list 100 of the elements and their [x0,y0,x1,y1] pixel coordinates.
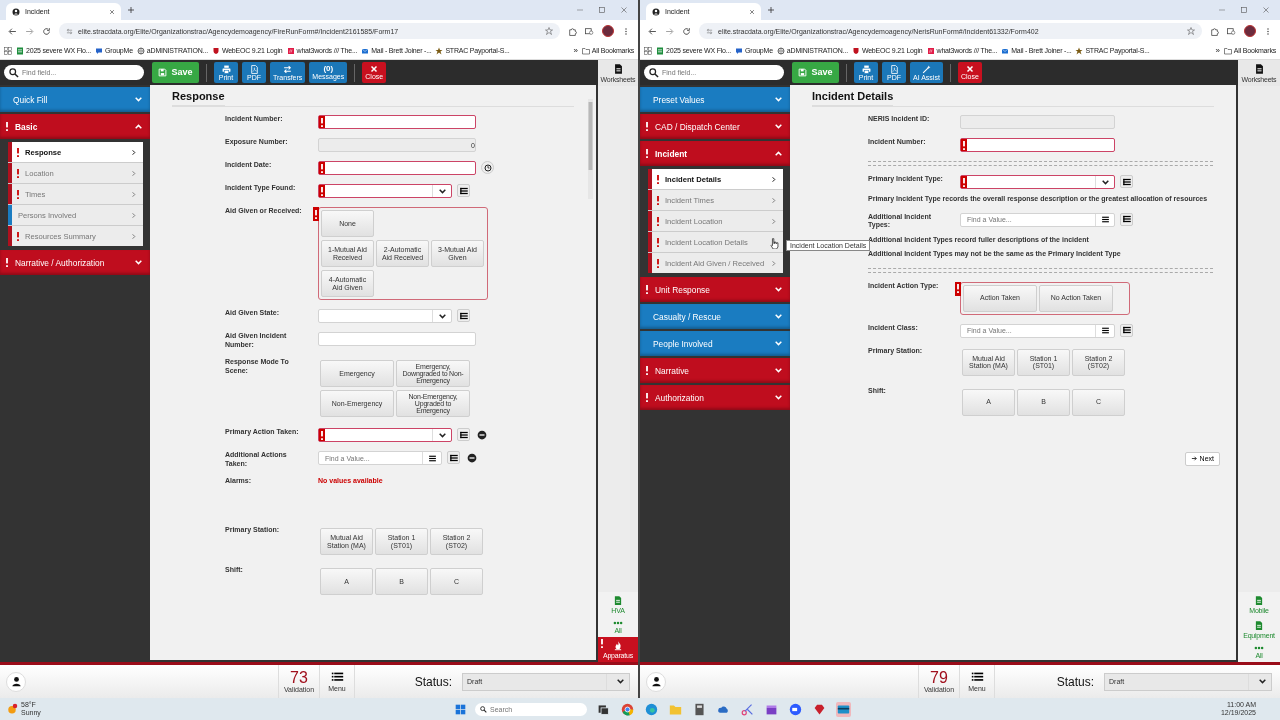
menu-icon [969,671,985,684]
alert-icon [656,216,660,226]
alert-icon [16,189,20,199]
more-bookmarks[interactable]: » [573,46,578,55]
remove-button[interactable] [475,428,488,441]
sidebar-section[interactable]: Narrative / Authorization [0,250,150,275]
menu-icon [329,671,345,684]
close-icon[interactable] [749,8,755,15]
list-button[interactable] [457,184,470,197]
site-icon [12,7,20,16]
list-button[interactable] [1120,212,1133,226]
close-icon[interactable] [1262,6,1270,14]
user-button[interactable] [646,671,666,692]
dropdown-field[interactable] [318,428,452,442]
sidebar-section[interactable]: Basic [0,114,150,139]
folder-icon [1223,46,1232,55]
remove-button[interactable] [465,451,478,464]
globe-icon [136,46,145,55]
site-settings-icon [66,27,73,35]
tab-search-icon[interactable] [585,26,594,36]
printer-icon [861,64,871,74]
list-icon [448,452,459,463]
start-icon[interactable] [455,703,466,715]
sidebar-section[interactable]: Narrative [640,358,790,383]
badge-icon [435,46,444,55]
back-icon[interactable] [648,26,657,36]
alert-icon [16,231,20,241]
alert-icon [656,258,660,268]
puzzle-icon[interactable] [568,26,577,36]
list-button[interactable] [457,428,470,441]
sidebar-section[interactable]: Quick Fill [0,87,150,112]
new-tab-icon[interactable] [127,6,135,14]
browser-icon[interactable] [644,701,659,717]
video-icon[interactable] [788,701,803,717]
star-icon[interactable] [545,27,553,35]
star-icon[interactable] [1187,27,1195,35]
list-button[interactable] [457,309,470,322]
clock-button[interactable] [481,161,494,174]
alert-icon [656,237,660,247]
user-icon [650,676,662,687]
pointer-cursor-icon [770,238,779,249]
back-icon[interactable] [8,26,17,36]
sheet-icon [656,46,664,55]
printer-icon [221,64,231,74]
user-button[interactable] [6,671,26,692]
weather-icon [6,703,18,715]
sidebar-section[interactable]: Unit Response [640,277,790,302]
close-icon [965,65,974,73]
more-icon[interactable] [622,26,630,36]
new-tab-icon[interactable] [767,6,775,14]
list-button[interactable] [1120,175,1133,188]
chevron-down-icon [1257,677,1267,686]
list-button[interactable] [447,451,460,464]
close-icon[interactable] [620,6,628,14]
more-icon[interactable] [1264,26,1272,36]
dropdown-field[interactable] [318,184,452,198]
dropdown-field[interactable] [960,175,1115,189]
text-field[interactable] [318,161,476,175]
chevron-down-icon [615,677,625,686]
list-button[interactable] [1120,323,1133,337]
more-bookmarks[interactable]: » [1215,46,1220,55]
card-icon[interactable] [836,701,851,717]
sidebar-section[interactable]: Authorization [640,385,790,410]
apps-grid-icon[interactable] [644,46,652,55]
forward-icon[interactable] [25,26,34,36]
reload-icon[interactable] [682,26,691,36]
badge-icon [1075,46,1084,55]
forward-icon[interactable] [665,26,674,36]
alert-icon [600,639,604,648]
folder-icon [581,46,590,55]
list-icon [458,185,469,196]
apps-grid-icon[interactable] [4,46,12,55]
puzzle-icon[interactable] [1210,26,1219,36]
chevron-down-icon [774,339,783,348]
maximize-icon[interactable] [1240,6,1248,14]
close-icon[interactable] [109,8,115,15]
sidebar-section[interactable]: Casualty / Rescue [640,304,790,329]
text-field[interactable] [960,138,1115,152]
browser-icon[interactable] [620,701,635,717]
chevron-down-icon [774,312,783,321]
list-icon [458,310,469,321]
tab-search-icon[interactable] [1227,26,1236,36]
sidebar-section[interactable]: CAD / Dispatch Center [640,114,790,139]
calculator-icon[interactable] [692,701,707,717]
sidebar-section[interactable]: Incident [640,141,790,166]
site-icon [652,7,660,16]
profile-avatar[interactable] [1244,25,1256,37]
chevron-down-icon [774,393,783,402]
text-field[interactable] [318,115,476,129]
dots-icon [613,620,623,626]
sidebar-section[interactable]: Preset Values [640,87,790,112]
maximize-icon[interactable] [598,6,606,14]
sidebar-section[interactable]: People Involved [640,331,790,356]
scrollbar[interactable] [588,99,593,199]
alert-icon [656,174,660,184]
reload-icon[interactable] [42,26,51,36]
user-icon [10,676,22,687]
document-icon [249,64,259,74]
profile-avatar[interactable] [602,25,614,37]
document-icon [612,63,624,75]
